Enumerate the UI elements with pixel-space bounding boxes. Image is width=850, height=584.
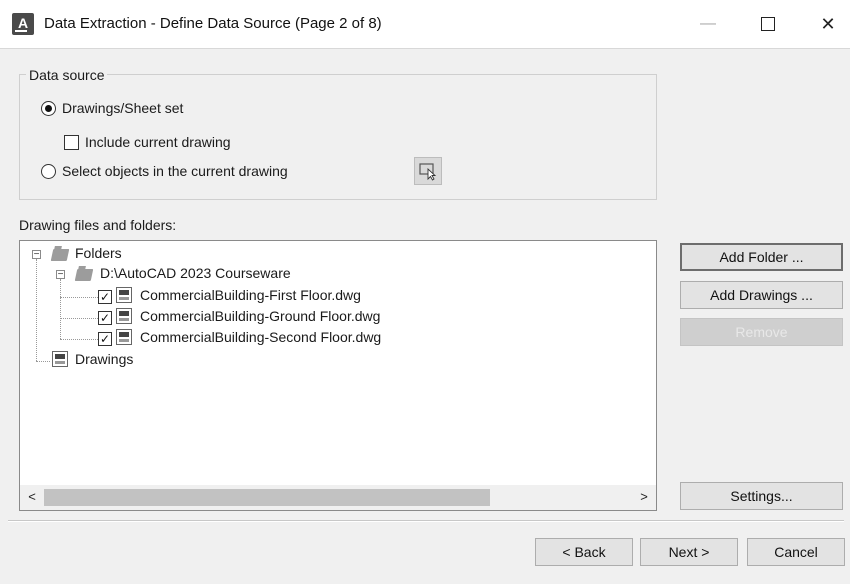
tree-connector	[36, 259, 37, 361]
add-folder-button[interactable]: Add Folder ...	[680, 243, 843, 271]
close-button[interactable]: ✕	[808, 8, 848, 40]
file-checkbox-first-floor[interactable]: ✓	[98, 290, 112, 304]
footer-separator	[8, 520, 844, 522]
window-title: Data Extraction - Define Data Source (Pa…	[44, 15, 382, 32]
tree-node-file[interactable]: CommercialBuilding-First Floor.dwg	[140, 287, 361, 303]
title-bar: A Data Extraction - Define Data Source (…	[0, 0, 850, 49]
tree-node-drawings[interactable]: Drawings	[75, 351, 133, 367]
tree-connector	[60, 279, 61, 339]
file-checkbox-ground-floor[interactable]: ✓	[98, 311, 112, 325]
remove-button[interactable]: Remove	[680, 318, 843, 346]
tree-connector	[60, 318, 98, 319]
drawings-sheet-set-radio[interactable]	[41, 101, 56, 116]
next-button[interactable]: Next >	[640, 538, 738, 566]
folder-icon	[74, 269, 94, 281]
cancel-button[interactable]: Cancel	[747, 538, 845, 566]
select-objects-label[interactable]: Select objects in the current drawing	[62, 163, 288, 179]
dwg-file-icon	[116, 308, 132, 324]
scrollbar-thumb[interactable]	[44, 489, 490, 506]
maximize-icon	[761, 16, 775, 31]
maximize-button[interactable]	[748, 8, 788, 40]
tree-node-folder-path[interactable]: D:\AutoCAD 2023 Courseware	[100, 265, 291, 281]
data-source-legend: Data source	[26, 67, 108, 83]
drawing-files-label: Drawing files and folders:	[19, 217, 177, 233]
scroll-right-arrow[interactable]: >	[636, 488, 652, 506]
tree-connector	[36, 361, 50, 362]
tree-node-folders[interactable]: Folders	[75, 245, 122, 261]
tree-connector	[60, 297, 98, 298]
include-current-drawing-label[interactable]: Include current drawing	[85, 134, 231, 150]
drawing-files-tree[interactable]: − Folders − D:\AutoCAD 2023 Courseware ✓…	[19, 240, 657, 511]
folders-expander[interactable]: −	[32, 250, 41, 260]
include-current-drawing-checkbox[interactable]	[64, 135, 79, 150]
select-objects-radio[interactable]	[41, 164, 56, 179]
dwg-file-icon	[116, 287, 132, 303]
drawings-sheet-set-label[interactable]: Drawings/Sheet set	[62, 100, 183, 116]
select-objects-button[interactable]	[414, 157, 442, 185]
file-checkbox-second-floor[interactable]: ✓	[98, 332, 112, 346]
drawings-icon	[52, 351, 68, 367]
tree-node-file[interactable]: CommercialBuilding-Ground Floor.dwg	[140, 308, 380, 324]
autocad-app-icon: A	[12, 13, 34, 35]
tree-connector	[60, 339, 98, 340]
tree-node-file[interactable]: CommercialBuilding-Second Floor.dwg	[140, 329, 381, 345]
settings-button[interactable]: Settings...	[680, 482, 843, 510]
dwg-file-icon	[116, 329, 132, 345]
minimize-button[interactable]: —	[688, 8, 728, 40]
add-drawings-button[interactable]: Add Drawings ...	[680, 281, 843, 309]
select-objects-icon	[419, 163, 437, 181]
folder-path-expander[interactable]: −	[56, 270, 65, 280]
back-button[interactable]: < Back	[535, 538, 633, 566]
scroll-left-arrow[interactable]: <	[24, 488, 40, 506]
folders-icon	[50, 249, 70, 261]
horizontal-scrollbar[interactable]: < >	[20, 485, 656, 510]
